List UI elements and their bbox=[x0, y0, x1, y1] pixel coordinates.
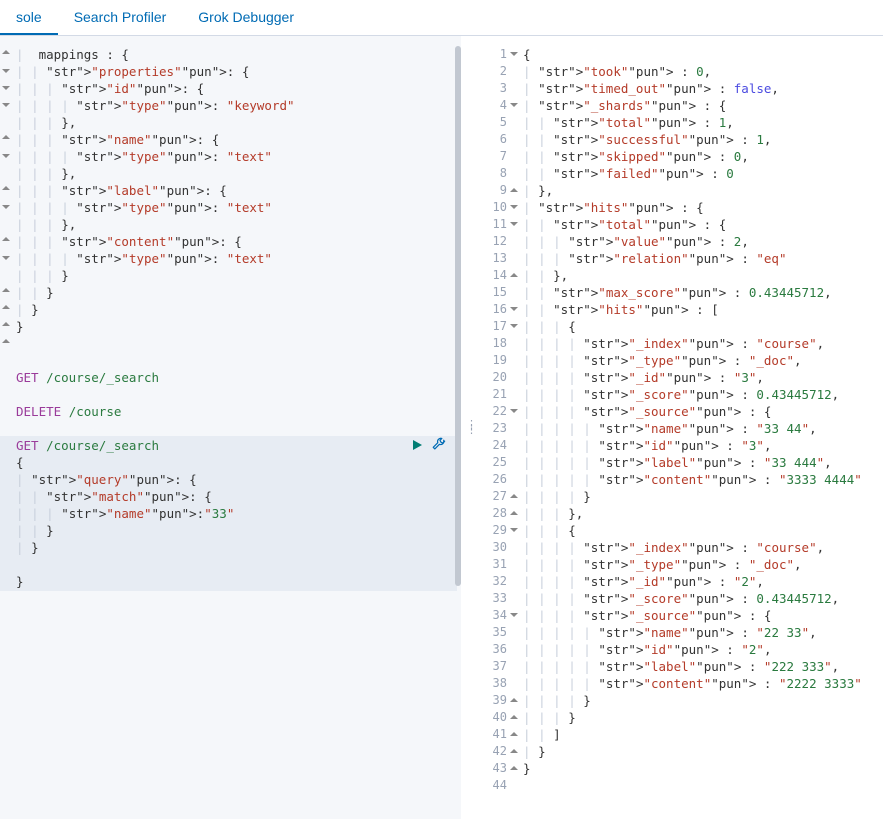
line-number: 31 bbox=[483, 556, 519, 573]
line-number: 4 bbox=[483, 97, 519, 114]
split-panes: | mappings : {| | "str">"properties""pun… bbox=[0, 36, 883, 819]
line-number: 25 bbox=[483, 454, 519, 471]
fold-caret[interactable] bbox=[2, 86, 10, 94]
line-number: 6 bbox=[483, 131, 519, 148]
play-icon[interactable] bbox=[410, 438, 424, 455]
fold-caret[interactable] bbox=[510, 269, 518, 277]
fold-caret[interactable] bbox=[2, 233, 10, 241]
fold-caret[interactable] bbox=[510, 52, 518, 60]
fold-caret[interactable] bbox=[510, 528, 518, 536]
response-pane: 1234567891011121314151617181920212223242… bbox=[483, 36, 883, 819]
dev-tools-tabs: soleSearch ProfilerGrok Debugger bbox=[0, 0, 883, 36]
fold-caret[interactable] bbox=[2, 154, 10, 162]
line-number: 33 bbox=[483, 590, 519, 607]
line-number: 27 bbox=[483, 488, 519, 505]
line-number: 9 bbox=[483, 182, 519, 199]
fold-caret[interactable] bbox=[2, 256, 10, 264]
fold-caret[interactable] bbox=[2, 284, 10, 292]
fold-caret[interactable] bbox=[510, 184, 518, 192]
line-number: 26 bbox=[483, 471, 519, 488]
request-actions bbox=[410, 437, 447, 455]
line-number: 20 bbox=[483, 369, 519, 386]
fold-caret[interactable] bbox=[2, 318, 10, 326]
line-number: 41 bbox=[483, 726, 519, 743]
line-number: 7 bbox=[483, 148, 519, 165]
line-number: 2 bbox=[483, 63, 519, 80]
fold-caret[interactable] bbox=[510, 613, 518, 621]
fold-caret[interactable] bbox=[2, 182, 10, 190]
line-number: 34 bbox=[483, 607, 519, 624]
line-number: 23 bbox=[483, 420, 519, 437]
line-number: 8 bbox=[483, 165, 519, 182]
line-number: 15 bbox=[483, 284, 519, 301]
response-viewer[interactable]: {| "str">"took""pun"> : 0,| "str">"timed… bbox=[523, 46, 879, 794]
fold-caret[interactable] bbox=[510, 490, 518, 498]
fold-caret[interactable] bbox=[510, 205, 518, 213]
line-number: 42 bbox=[483, 743, 519, 760]
line-number: 16 bbox=[483, 301, 519, 318]
wrench-icon[interactable] bbox=[432, 437, 447, 455]
line-number: 40 bbox=[483, 709, 519, 726]
fold-caret[interactable] bbox=[510, 507, 518, 515]
line-number: 10 bbox=[483, 199, 519, 216]
line-number: 12 bbox=[483, 233, 519, 250]
fold-caret[interactable] bbox=[510, 222, 518, 230]
line-number: 17 bbox=[483, 318, 519, 335]
tab-sole[interactable]: sole bbox=[0, 0, 58, 35]
fold-caret[interactable] bbox=[2, 103, 10, 111]
line-number: 44 bbox=[483, 777, 519, 794]
fold-caret[interactable] bbox=[2, 335, 10, 343]
fold-gutter bbox=[0, 36, 14, 819]
fold-caret[interactable] bbox=[510, 409, 518, 417]
fold-caret[interactable] bbox=[510, 762, 518, 770]
line-number: 14 bbox=[483, 267, 519, 284]
line-number: 24 bbox=[483, 437, 519, 454]
fold-caret[interactable] bbox=[510, 694, 518, 702]
fold-caret[interactable] bbox=[2, 46, 10, 54]
line-number: 38 bbox=[483, 675, 519, 692]
line-number: 11 bbox=[483, 216, 519, 233]
line-number: 19 bbox=[483, 352, 519, 369]
fold-caret[interactable] bbox=[2, 301, 10, 309]
line-number: 35 bbox=[483, 624, 519, 641]
line-number: 13 bbox=[483, 250, 519, 267]
fold-caret[interactable] bbox=[2, 69, 10, 77]
line-number: 43 bbox=[483, 760, 519, 777]
line-number: 29 bbox=[483, 522, 519, 539]
fold-caret[interactable] bbox=[2, 131, 10, 139]
fold-caret[interactable] bbox=[510, 728, 518, 736]
line-number: 22 bbox=[483, 403, 519, 420]
line-number: 18 bbox=[483, 335, 519, 352]
fold-caret[interactable] bbox=[510, 307, 518, 315]
scrollbar-thumb[interactable] bbox=[455, 46, 461, 586]
pane-splitter[interactable]: ⋮⋮ bbox=[461, 36, 483, 819]
line-number: 1 bbox=[483, 46, 519, 63]
request-editor-pane: | mappings : {| | "str">"properties""pun… bbox=[0, 36, 461, 819]
line-number: 32 bbox=[483, 573, 519, 590]
line-number: 28 bbox=[483, 505, 519, 522]
tab-search-profiler[interactable]: Search Profiler bbox=[58, 0, 183, 35]
line-number: 21 bbox=[483, 386, 519, 403]
fold-caret[interactable] bbox=[510, 103, 518, 111]
line-number: 30 bbox=[483, 539, 519, 556]
line-number: 36 bbox=[483, 641, 519, 658]
fold-caret[interactable] bbox=[510, 711, 518, 719]
fold-caret[interactable] bbox=[510, 324, 518, 332]
line-number: 37 bbox=[483, 658, 519, 675]
line-number: 39 bbox=[483, 692, 519, 709]
fold-caret[interactable] bbox=[510, 745, 518, 753]
tab-grok-debugger[interactable]: Grok Debugger bbox=[182, 0, 310, 35]
fold-caret[interactable] bbox=[2, 205, 10, 213]
line-number: 3 bbox=[483, 80, 519, 97]
request-editor[interactable]: | mappings : {| | "str">"properties""pun… bbox=[16, 46, 455, 590]
drag-handle-icon: ⋮⋮ bbox=[466, 423, 478, 433]
line-number-gutter: 1234567891011121314151617181920212223242… bbox=[483, 36, 519, 819]
line-number: 5 bbox=[483, 114, 519, 131]
